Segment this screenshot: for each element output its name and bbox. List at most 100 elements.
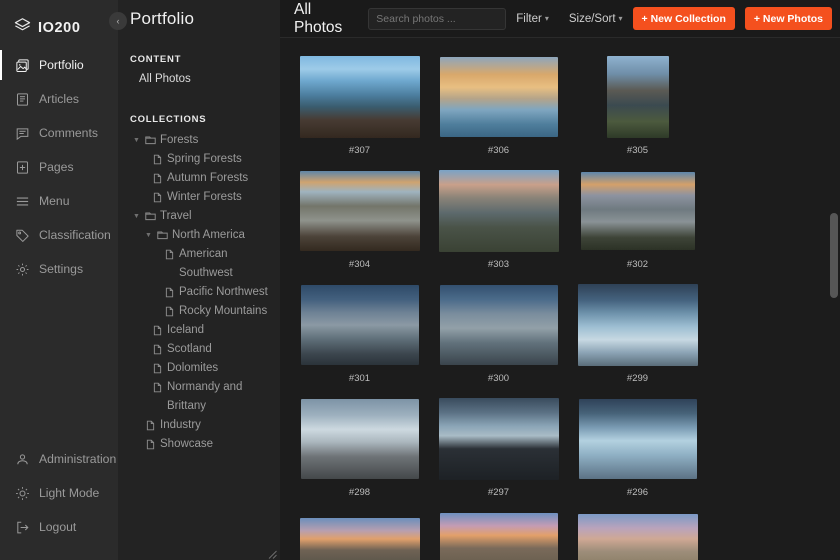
tree-node-normandy-and-brittany[interactable]: Normandy and Brittany: [130, 378, 280, 416]
scrollbar-thumb[interactable]: [830, 213, 838, 298]
photo-thumbnail[interactable]: [301, 399, 419, 479]
sidebar-item-pages[interactable]: Pages: [0, 150, 118, 184]
panel-resize-handle[interactable]: [268, 546, 277, 555]
tree-node-label: Forests: [160, 131, 280, 150]
photo-card[interactable]: #304: [290, 166, 429, 280]
sidebar-item-menu[interactable]: Menu: [0, 184, 118, 218]
tree-node-winter-forests[interactable]: Winter Forests: [130, 188, 280, 207]
filter-dropdown[interactable]: Filter ▾: [516, 13, 549, 25]
tree-node-label: Winter Forests: [167, 188, 280, 207]
brand[interactable]: IO200: [0, 0, 118, 42]
folder-icon: [145, 207, 156, 226]
tree-node-label: Normandy and Brittany: [167, 378, 280, 416]
tree-node-label: Rocky Mountains: [179, 302, 280, 321]
photo-card[interactable]: #305: [568, 52, 707, 166]
tree-node-label: Pacific Northwest: [179, 283, 280, 302]
tree-node-dolomites[interactable]: Dolomites: [130, 359, 280, 378]
sidebar-item-label: Comments: [39, 126, 98, 140]
tree-node-showcase[interactable]: Showcase: [130, 435, 280, 454]
photo-card[interactable]: #307: [290, 52, 429, 166]
sidebar-item-comments[interactable]: Comments: [0, 116, 118, 150]
sidebar-item-light-mode[interactable]: Light Mode: [0, 476, 118, 510]
photo-thumbnail[interactable]: [300, 518, 420, 560]
photo-card[interactable]: #299: [568, 280, 707, 394]
new-photos-button[interactable]: + New Photos: [745, 7, 832, 30]
photo-thumbnail-wrap: [290, 280, 429, 370]
sidebar-item-classification[interactable]: Classification: [0, 218, 118, 252]
tree-node-autumn-forests[interactable]: Autumn Forests: [130, 169, 280, 188]
photo-thumbnail[interactable]: [300, 56, 420, 138]
tree-node-scotland[interactable]: Scotland: [130, 340, 280, 359]
sidebar-item-administration[interactable]: Administration: [0, 442, 118, 476]
size-sort-dropdown[interactable]: Size/Sort ▾: [569, 13, 623, 25]
chevron-down-icon[interactable]: ▼: [132, 131, 141, 150]
chevron-down-icon[interactable]: ▼: [132, 207, 141, 226]
photo-card[interactable]: #300: [429, 280, 568, 394]
sidebar-item-articles[interactable]: Articles: [0, 82, 118, 116]
chevron-down-icon[interactable]: ▼: [144, 226, 153, 245]
photo-thumbnail[interactable]: [578, 514, 698, 560]
photo-thumbnail[interactable]: [440, 57, 558, 137]
photo-thumbnail[interactable]: [581, 172, 695, 250]
secondary-panel: ‹ Portfolio CONTENT All Photos COLLECTIO…: [118, 0, 280, 560]
tree-node-north-america[interactable]: ▼ North America: [130, 226, 280, 245]
tree-node-spring-forests[interactable]: Spring Forests: [130, 150, 280, 169]
photo-caption: #302: [627, 259, 648, 270]
photo-card[interactable]: #306: [429, 52, 568, 166]
tree-node-label: Scotland: [167, 340, 280, 359]
photo-card[interactable]: #297: [429, 394, 568, 508]
photo-thumbnail-wrap: [429, 508, 568, 560]
photo-thumbnail[interactable]: [439, 170, 559, 252]
sidebar-item-label: Portfolio: [39, 58, 84, 72]
photo-card[interactable]: #301: [290, 280, 429, 394]
search-input[interactable]: [368, 8, 506, 30]
photo-thumbnail-wrap: [429, 52, 568, 142]
tree-node-travel[interactable]: ▼ Travel: [130, 207, 280, 226]
photo-thumbnail[interactable]: [578, 284, 698, 366]
primary-nav: Portfolio Articles: [0, 48, 118, 286]
photo-thumbnail[interactable]: [440, 513, 558, 560]
photo-card[interactable]: #294: [429, 508, 568, 560]
file-icon: [152, 321, 163, 340]
sidebar-item-logout[interactable]: Logout: [0, 510, 118, 544]
tree-node-american-southwest[interactable]: American Southwest: [130, 245, 280, 283]
sidebar-item-portfolio[interactable]: Portfolio: [0, 48, 118, 82]
file-icon: [145, 416, 156, 435]
photo-card[interactable]: #302: [568, 166, 707, 280]
tree-node-iceland[interactable]: Iceland: [130, 321, 280, 340]
photo-thumbnail-wrap: [568, 280, 707, 370]
new-collection-button[interactable]: + New Collection: [633, 7, 735, 30]
photo-thumbnail[interactable]: [300, 171, 420, 251]
photo-thumbnail[interactable]: [301, 285, 419, 365]
tree-node-pacific-northwest[interactable]: Pacific Northwest: [130, 283, 280, 302]
tree-node-industry[interactable]: Industry: [130, 416, 280, 435]
photo-caption: #301: [349, 373, 370, 384]
photo-thumbnail[interactable]: [440, 285, 558, 365]
photo-caption: #306: [488, 145, 509, 156]
file-icon: [152, 150, 163, 169]
tree-node-forests[interactable]: ▼ Forests: [130, 131, 280, 150]
photo-card[interactable]: #303: [429, 166, 568, 280]
file-icon: [152, 188, 163, 207]
app-root: IO200 Portfolio: [0, 0, 840, 560]
file-icon: [164, 283, 175, 302]
file-icon: [164, 245, 175, 264]
sidebar-item-settings[interactable]: Settings: [0, 252, 118, 286]
photo-caption: #300: [488, 373, 509, 384]
photo-card[interactable]: #296: [568, 394, 707, 508]
photo-thumbnail[interactable]: [579, 399, 697, 479]
photo-card[interactable]: #298: [290, 394, 429, 508]
tag-icon: [15, 228, 30, 243]
tree-node-rocky-mountains[interactable]: Rocky Mountains: [130, 302, 280, 321]
photo-caption: #296: [627, 487, 648, 498]
panel-item-all-photos[interactable]: All Photos: [130, 71, 280, 88]
photo-thumbnail[interactable]: [439, 398, 559, 480]
photo-thumbnail-wrap: [290, 166, 429, 256]
tree-node-label: Spring Forests: [167, 150, 280, 169]
vertical-scrollbar[interactable]: [830, 38, 838, 560]
photo-thumbnail[interactable]: [607, 56, 669, 138]
tree-node-label: Showcase: [160, 435, 280, 454]
photo-card[interactable]: #293: [568, 508, 707, 560]
collapse-panel-button[interactable]: ‹: [109, 12, 127, 30]
photo-card[interactable]: #295: [290, 508, 429, 560]
